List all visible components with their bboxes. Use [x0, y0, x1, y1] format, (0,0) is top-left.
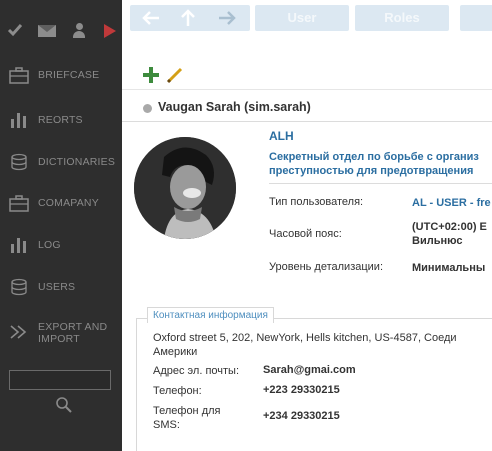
export-icon — [9, 324, 29, 342]
detail-level-value: Минимальны — [412, 262, 486, 274]
phone-value: +223 29330215 — [263, 384, 340, 396]
forward-arrow-icon[interactable] — [216, 8, 238, 28]
sidebar-item-label: USERS — [38, 281, 76, 293]
sidebar-top-icons — [0, 20, 122, 44]
database-icon — [9, 278, 29, 296]
play-icon[interactable] — [104, 24, 116, 38]
sidebar-search-input[interactable] — [9, 370, 111, 390]
main-panel: User Roles Vaugan Sarah (sim.sarah) ALH … — [122, 0, 492, 451]
up-arrow-icon[interactable] — [177, 8, 199, 28]
contact-section-title: Контактная информация — [147, 307, 274, 323]
briefcase-icon — [9, 194, 29, 212]
sms-phone-label: Телефон для SMS: — [153, 405, 221, 431]
mail-icon[interactable] — [38, 25, 56, 37]
tab-roles[interactable]: Roles — [355, 5, 449, 31]
toolbar — [122, 60, 492, 90]
timezone-value: (UTC+02:00) E Вильнюс — [412, 221, 487, 247]
email-value[interactable]: Sarah@gmai.com — [263, 364, 356, 376]
org-code[interactable]: ALH — [269, 129, 294, 143]
add-icon[interactable] — [143, 67, 159, 83]
status-dot-icon — [143, 104, 152, 113]
timezone-label: Часовой пояс: — [269, 228, 342, 240]
sidebar-item-briefcase[interactable]: BRIEFCASE — [0, 55, 122, 95]
sidebar-item-dictionaries[interactable]: DICTIONARIES — [0, 142, 122, 182]
divider — [269, 183, 492, 184]
bar-chart-icon — [9, 236, 29, 254]
detail-level-label: Уровень детализации: — [269, 261, 384, 273]
sidebar-item-label: LOG — [38, 239, 61, 251]
tab-more[interactable] — [460, 5, 492, 31]
avatar — [134, 137, 236, 239]
search-icon[interactable] — [55, 396, 73, 414]
database-icon — [9, 153, 29, 171]
user-type-label: Тип пользователя: — [269, 196, 364, 208]
briefcase-icon — [9, 66, 29, 84]
edit-icon[interactable] — [166, 66, 184, 84]
sidebar-item-label: DICTIONARIES — [38, 156, 116, 168]
sidebar-item-label: COMAPANY — [38, 197, 99, 209]
tab-user[interactable]: User — [255, 5, 349, 31]
user-name: Vaugan Sarah (sim.sarah) — [158, 100, 311, 114]
sidebar: BRIEFCASE REORTS DICTIONARIES COMAPANY L… — [0, 0, 122, 451]
sidebar-item-users[interactable]: USERS — [0, 267, 122, 307]
sidebar-item-label: REORTS — [38, 114, 83, 126]
user-header: Vaugan Sarah (sim.sarah) — [122, 96, 492, 122]
check-icon[interactable] — [7, 22, 23, 38]
sms-phone-value: +234 29330215 — [263, 410, 340, 422]
phone-label: Телефон: — [153, 385, 202, 397]
sidebar-item-company[interactable]: COMAPANY — [0, 183, 122, 223]
user-type-value[interactable]: AL - USER - fre — [412, 196, 491, 210]
contact-address: Oxford street 5, 202, NewYork, Hells kit… — [153, 332, 457, 358]
sidebar-item-label: BRIEFCASE — [38, 69, 100, 81]
topbar: User Roles — [122, 0, 492, 40]
back-arrow-icon[interactable] — [140, 8, 162, 28]
email-label: Адрес эл. почты: — [153, 365, 240, 377]
sidebar-item-export-import[interactable]: EXPORT AND IMPORT — [0, 313, 122, 353]
bar-chart-icon — [9, 111, 29, 129]
person-icon[interactable] — [73, 23, 85, 39]
sidebar-item-reports[interactable]: REORTS — [0, 100, 122, 140]
sidebar-item-label: EXPORT AND IMPORT — [38, 321, 108, 345]
sidebar-item-log[interactable]: LOG — [0, 225, 122, 265]
org-description[interactable]: Секретный отдел по борьбе с организ прес… — [269, 150, 492, 178]
nav-arrows-group — [130, 5, 250, 31]
